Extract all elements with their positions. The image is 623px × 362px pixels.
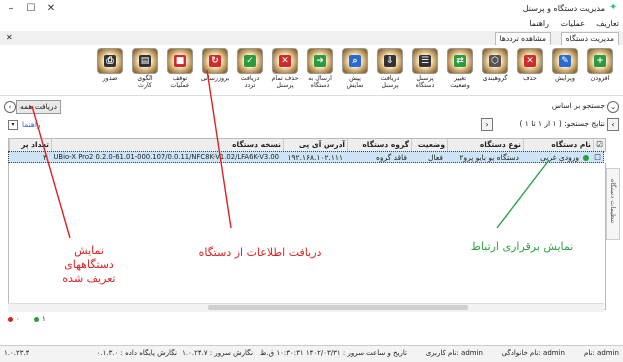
annotation-defined-devices: نمایش دستگاههای تعریف شده [62, 244, 116, 285]
status-server-version: نگارش سرور : ۱.۰.۲۴.۷ [182, 349, 253, 357]
status-username: نام کاربری: admin [425, 349, 483, 357]
green-count: ۱ [42, 315, 46, 323]
green-dot-icon [34, 317, 39, 322]
status-datetime: تاریخ و ساعت سرور : ۱۴۰۲/۰۳/۳۱ ۱۰:۳۰:۳۱ … [259, 349, 407, 357]
annotation-receive-info: دریافت اطلاعات از دستگاه [198, 246, 322, 259]
status-name: نام: admin [584, 349, 619, 357]
status-family: نام خانوادگی: admin [501, 349, 565, 357]
red-dot-icon [8, 317, 13, 322]
red-arrow-receive [206, 69, 232, 229]
status-counters: ۰ ۱ [8, 315, 88, 325]
red-count: ۰ [16, 315, 20, 323]
red-arrow-devices [31, 105, 71, 239]
status-client-version: ۱.۰.۲۳.۴ [4, 349, 30, 357]
annotation-connection: نمایش برقراری ارتباط [470, 240, 574, 253]
status-db-version: نگارش پایگاه داده : ۰.۱.۳.۰ [96, 349, 177, 357]
annotation-overlay [31, 69, 550, 239]
status-bar: نام: admin نام خانوادگی: admin نام کاربر… [0, 345, 623, 362]
green-arrow [496, 159, 550, 229]
